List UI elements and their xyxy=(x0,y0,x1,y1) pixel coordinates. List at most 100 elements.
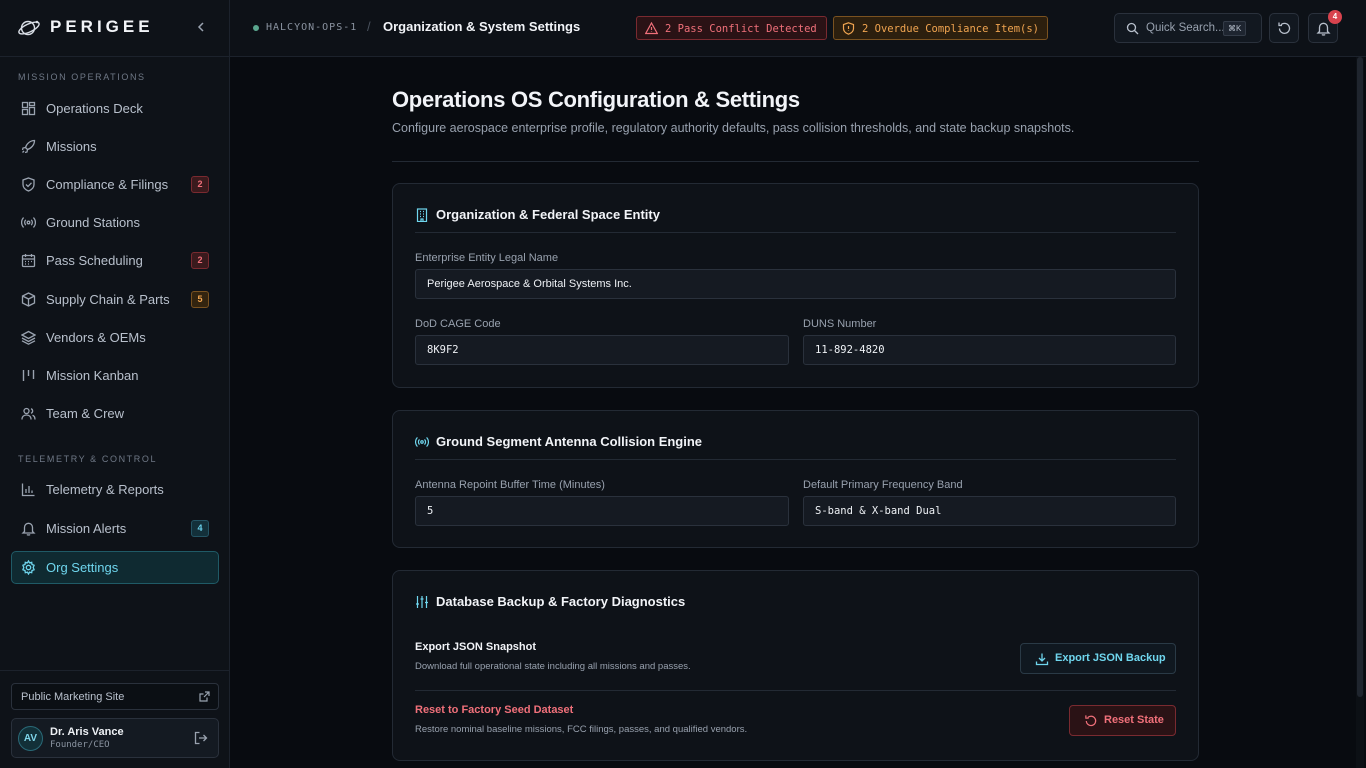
compliance-overdue-alert[interactable]: 2 Overdue Compliance Item(s) xyxy=(833,16,1048,40)
gear-icon xyxy=(21,560,36,575)
calendar-icon xyxy=(21,253,36,268)
ground-segment-card: Ground Segment Antenna Collision Engine … xyxy=(392,410,1199,548)
card-title: Database Backup & Factory Diagnostics xyxy=(436,594,686,609)
section-telemetry-control: TELEMETRY & CONTROL xyxy=(18,454,158,464)
sidebar-item-missions[interactable]: Missions xyxy=(11,130,219,163)
sidebar-item-mission-alerts[interactable]: Mission Alerts 4 xyxy=(11,512,219,545)
status-dot xyxy=(253,25,259,31)
divider xyxy=(415,690,1176,691)
backup-diagnostics-card: Database Backup & Factory Diagnostics Ex… xyxy=(392,570,1199,761)
export-snapshot-title: Export JSON Snapshot xyxy=(415,641,537,653)
sidebar: PERIGEE MISSION OPERATIONS Operations De… xyxy=(0,0,230,768)
duns-number-input[interactable]: 11-892-4820 xyxy=(803,335,1176,365)
cage-code-input[interactable]: 8K9F2 xyxy=(415,335,789,365)
marketing-link-label: Public Marketing Site xyxy=(21,691,125,703)
export-button-label: Export JSON Backup xyxy=(1055,652,1166,664)
bell-icon xyxy=(21,521,36,536)
duns-number-label: DUNS Number xyxy=(803,318,877,330)
layers-icon xyxy=(21,330,36,345)
rocket-icon xyxy=(21,139,36,154)
antenna-icon xyxy=(21,215,36,230)
export-snapshot-description: Download full operational state includin… xyxy=(415,661,691,672)
sidebar-item-label: Mission Alerts xyxy=(46,521,127,536)
sidebar-item-compliance[interactable]: Compliance & Filings 2 xyxy=(11,168,219,201)
sidebar-item-ground-stations[interactable]: Ground Stations xyxy=(11,206,219,239)
sidebar-item-team[interactable]: Team & Crew xyxy=(11,397,219,430)
card-title: Organization & Federal Space Entity xyxy=(436,207,660,222)
frequency-band-input[interactable]: S-band & X-band Dual xyxy=(803,496,1176,526)
reset-button-label: Reset State xyxy=(1104,714,1164,726)
legal-name-label: Enterprise Entity Legal Name xyxy=(415,252,559,264)
chevron-left-icon[interactable] xyxy=(194,20,208,34)
package-icon xyxy=(21,292,36,307)
organization-card: Organization & Federal Space Entity Ente… xyxy=(392,183,1199,388)
quick-search-label: Quick Search... xyxy=(1146,22,1225,34)
page-subtitle: Configure aerospace enterprise profile, … xyxy=(392,121,1075,135)
sidebar-item-label: Mission Kanban xyxy=(46,368,139,383)
count-badge: 5 xyxy=(191,291,209,308)
sidebar-item-label: Pass Scheduling xyxy=(46,253,143,268)
pass-conflict-alert[interactable]: 2 Pass Conflict Detected xyxy=(636,16,827,40)
cage-code-label: DoD CAGE Code xyxy=(415,318,501,330)
quick-search-button[interactable]: Quick Search... ⌘K xyxy=(1114,13,1262,43)
divider xyxy=(415,232,1176,233)
pass-conflict-label: 2 Pass Conflict Detected xyxy=(665,23,817,35)
reset-state-button[interactable]: Reset State xyxy=(1069,705,1176,736)
sidebar-item-org-settings[interactable]: Org Settings xyxy=(11,551,219,584)
brand: PERIGEE xyxy=(0,0,229,57)
brand-name: PERIGEE xyxy=(50,17,154,36)
sidebar-item-label: Supply Chain & Parts xyxy=(46,292,170,307)
scrollbar-thumb[interactable] xyxy=(1357,57,1363,697)
notification-count-badge: 4 xyxy=(1328,10,1342,24)
shortcut-hint: ⌘K xyxy=(1223,21,1247,36)
user-name: Dr. Aris Vance xyxy=(50,726,124,738)
logout-icon[interactable] xyxy=(194,731,208,745)
sidebar-item-vendors[interactable]: Vendors & OEMs xyxy=(11,321,219,354)
public-marketing-link[interactable]: Public Marketing Site xyxy=(11,683,219,710)
refresh-button[interactable] xyxy=(1269,13,1299,43)
dashboard-icon xyxy=(21,101,36,116)
sidebar-item-label: Missions xyxy=(46,139,97,154)
search-icon xyxy=(1126,22,1139,35)
sidebar-item-mission-kanban[interactable]: Mission Kanban xyxy=(11,359,219,392)
bar-chart-icon xyxy=(21,482,36,497)
sidebar-item-label: Ground Stations xyxy=(46,215,140,230)
page-header-title: Organization & System Settings xyxy=(383,19,581,34)
export-json-backup-button[interactable]: Export JSON Backup xyxy=(1020,643,1176,674)
divider xyxy=(392,161,1199,162)
sidebar-item-telemetry[interactable]: Telemetry & Reports xyxy=(11,473,219,506)
section-mission-operations: MISSION OPERATIONS xyxy=(18,72,146,82)
scrollbar[interactable] xyxy=(1356,57,1364,768)
kanban-icon xyxy=(21,368,36,383)
breadcrumb-environment[interactable]: HALCYON-OPS-1 xyxy=(266,22,357,33)
reset-factory-description: Restore nominal baseline missions, FCC f… xyxy=(415,724,748,735)
reset-factory-title: Reset to Factory Seed Dataset xyxy=(415,704,574,716)
breadcrumb-separator: / xyxy=(367,19,371,34)
repoint-buffer-input[interactable]: 5 xyxy=(415,496,789,526)
frequency-band-label: Default Primary Frequency Band xyxy=(803,479,963,491)
legal-name-input[interactable]: Perigee Aerospace & Orbital Systems Inc. xyxy=(415,269,1176,299)
sidebar-item-label: Vendors & OEMs xyxy=(46,330,146,345)
warning-triangle-icon xyxy=(645,22,658,35)
compliance-overdue-label: 2 Overdue Compliance Item(s) xyxy=(862,23,1040,35)
main-content: Operations OS Configuration & Settings C… xyxy=(230,57,1366,768)
sidebar-item-supply-chain[interactable]: Supply Chain & Parts 5 xyxy=(11,283,219,316)
count-badge: 2 xyxy=(191,176,209,193)
users-icon xyxy=(21,406,36,421)
count-badge: 2 xyxy=(191,252,209,269)
card-title: Ground Segment Antenna Collision Engine xyxy=(436,434,703,449)
user-card: AV Dr. Aris Vance Founder/CEO xyxy=(11,718,219,758)
sidebar-item-label: Telemetry & Reports xyxy=(46,482,164,497)
sidebar-footer: Public Marketing Site AV Dr. Aris Vance … xyxy=(0,670,229,768)
shield-alert-icon xyxy=(842,22,855,35)
user-role: Founder/CEO xyxy=(50,740,110,750)
sidebar-item-operations-deck[interactable]: Operations Deck xyxy=(11,92,219,125)
sidebar-item-pass-scheduling[interactable]: Pass Scheduling 2 xyxy=(11,244,219,277)
external-link-icon xyxy=(199,691,210,702)
sidebar-item-label: Compliance & Filings xyxy=(46,177,169,192)
avatar[interactable]: AV xyxy=(18,726,43,751)
count-badge: 4 xyxy=(191,520,209,537)
sidebar-item-label: Org Settings xyxy=(46,560,119,575)
sidebar-item-label: Team & Crew xyxy=(46,406,125,421)
top-header: HALCYON-OPS-1 / Organization & System Se… xyxy=(230,0,1366,57)
